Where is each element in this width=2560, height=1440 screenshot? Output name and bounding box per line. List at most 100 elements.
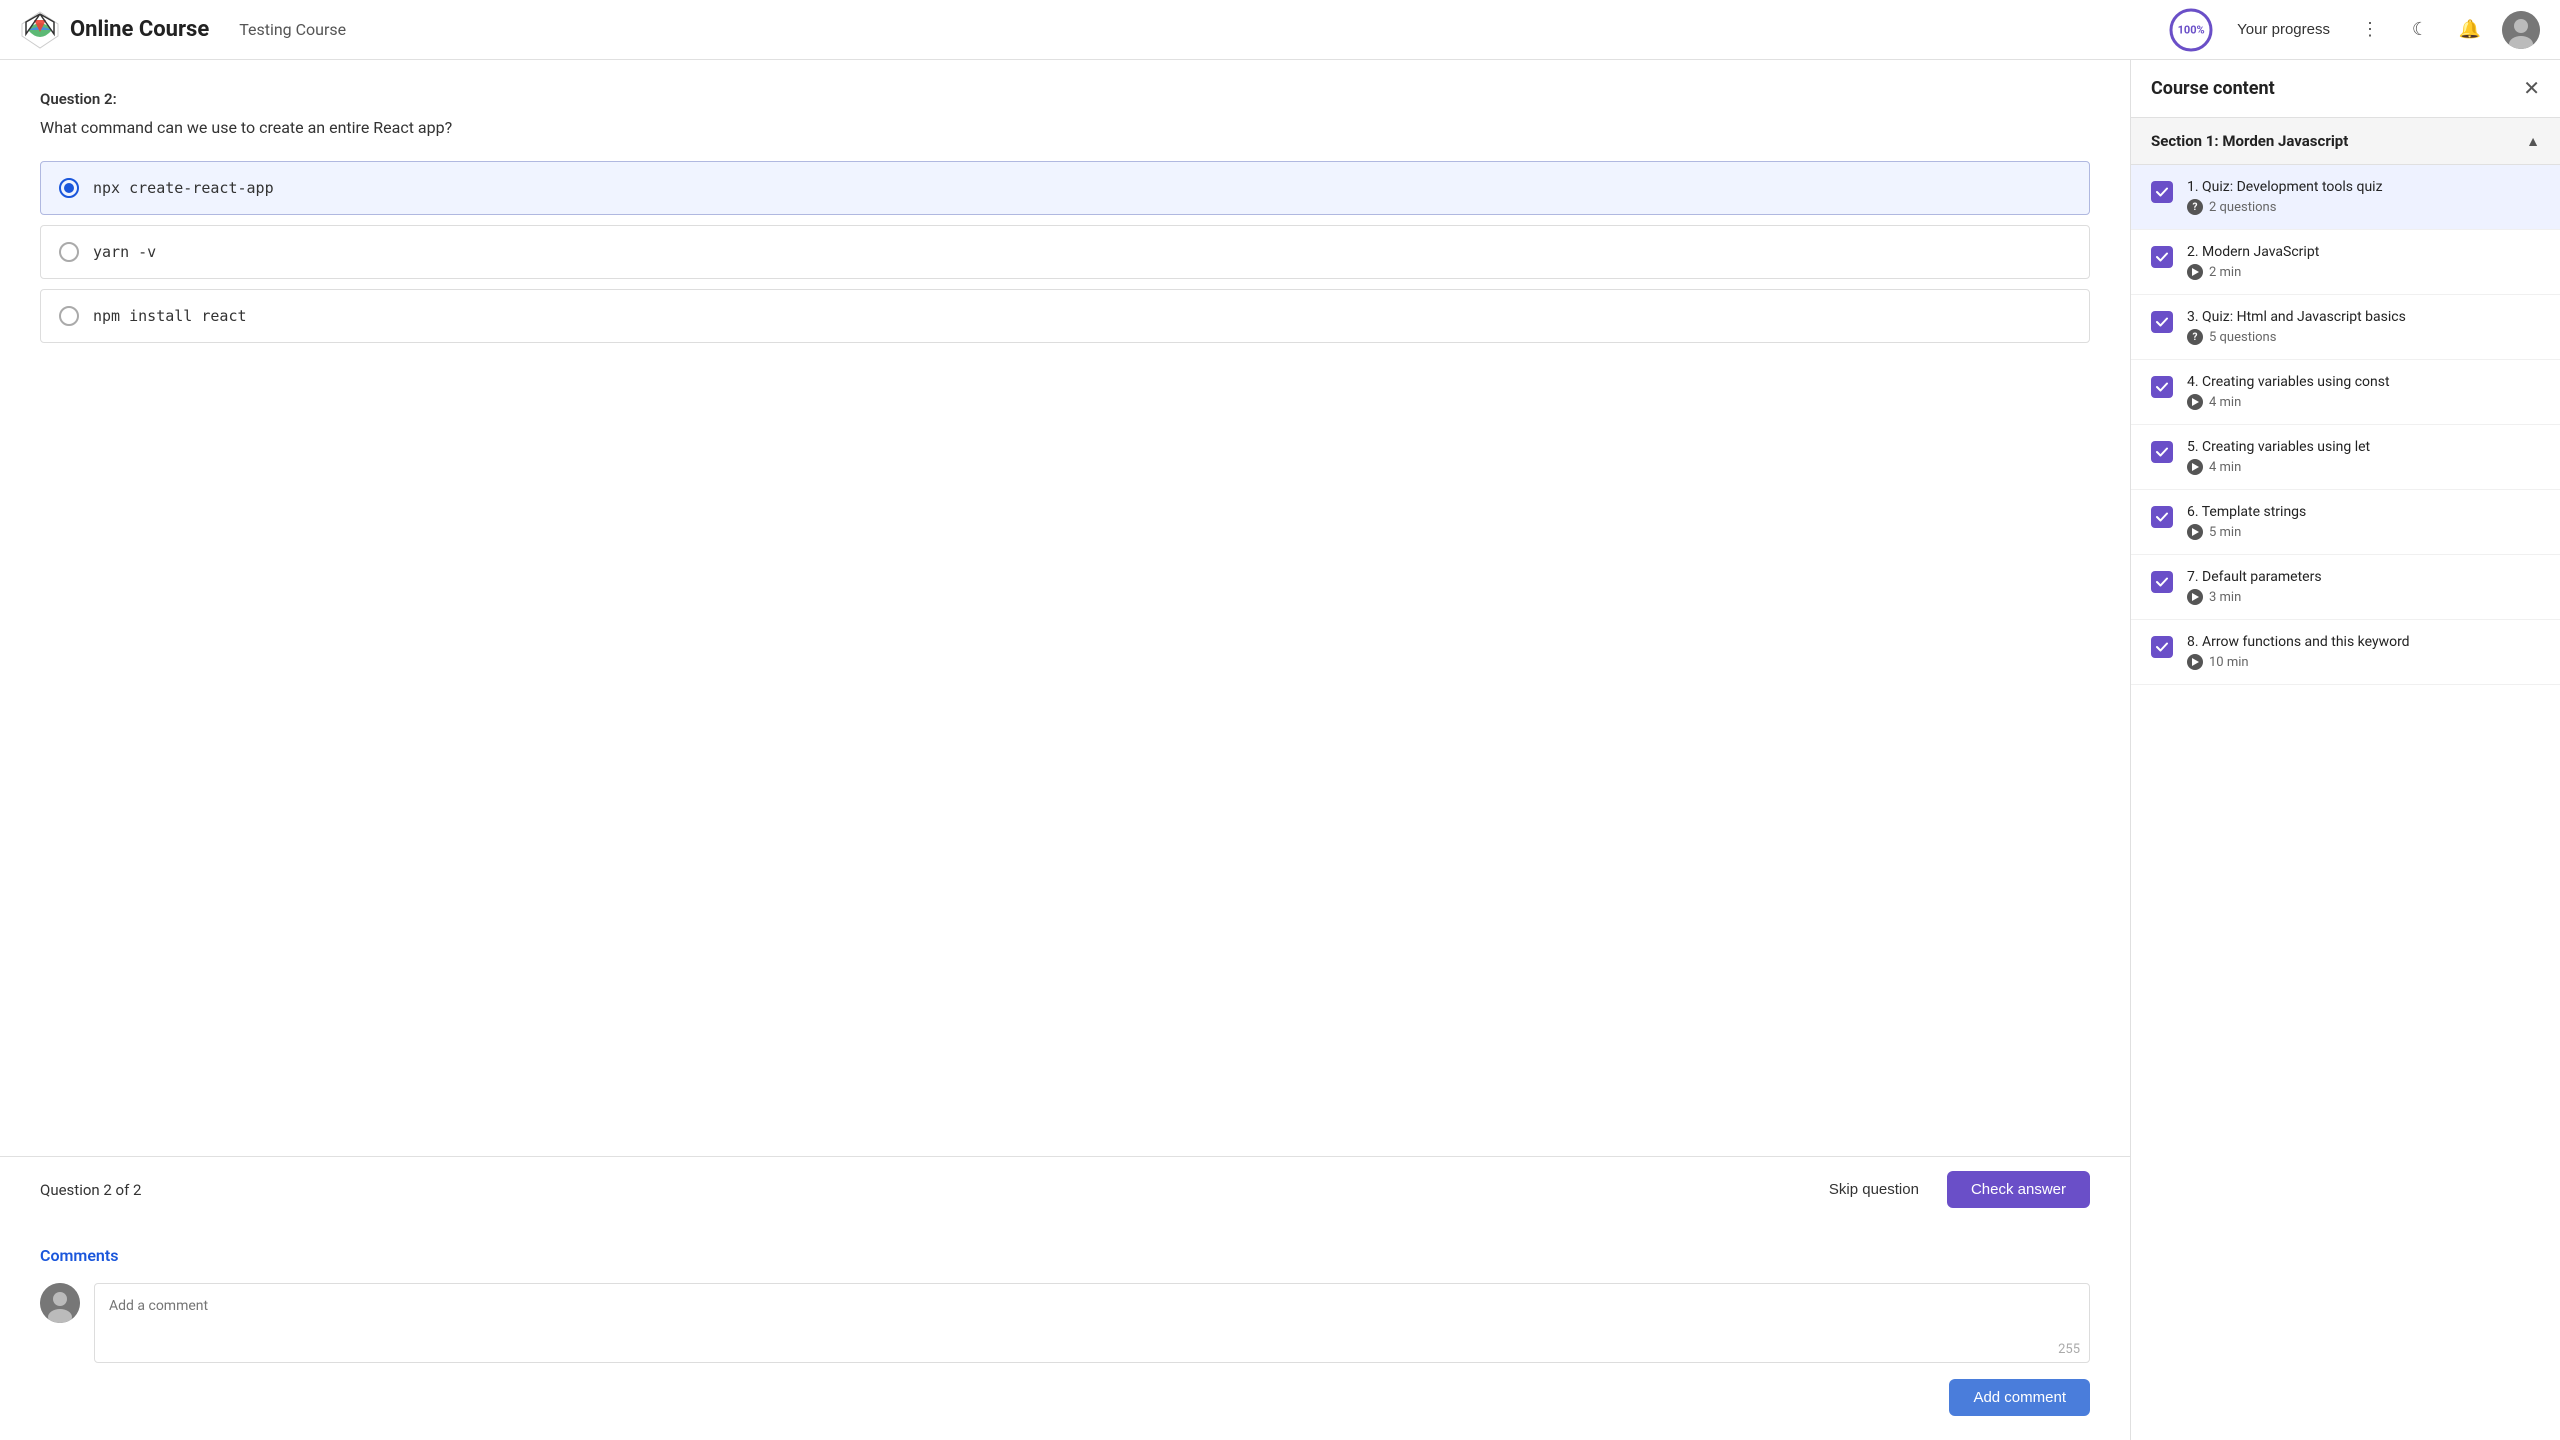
course-item-6[interactable]: 6. Template strings 5 min bbox=[2131, 490, 2560, 555]
item-content-3: 3. Quiz: Html and Javascript basics ? 5 … bbox=[2187, 309, 2540, 345]
course-item-3[interactable]: 3. Quiz: Html and Javascript basics ? 5 … bbox=[2131, 295, 2560, 360]
logo-text: Online Course bbox=[70, 17, 209, 42]
course-item-2[interactable]: 2. Modern JavaScript 2 min bbox=[2131, 230, 2560, 295]
close-sidebar-button[interactable]: ✕ bbox=[2523, 79, 2540, 99]
course-title: Testing Course bbox=[239, 20, 346, 39]
notifications-button[interactable]: 🔔 bbox=[2452, 12, 2488, 48]
header-right: 100% Your progress ⋮ ☾ 🔔 bbox=[2167, 6, 2540, 54]
sidebar-header: Course content ✕ bbox=[2131, 60, 2560, 118]
dark-mode-icon: ☾ bbox=[2412, 19, 2428, 40]
comment-input[interactable] bbox=[94, 1283, 2090, 1363]
item-content-2: 2. Modern JavaScript 2 min bbox=[2187, 244, 2540, 280]
dark-mode-button[interactable]: ☾ bbox=[2402, 12, 2438, 48]
item-meta-text-6: 5 min bbox=[2209, 525, 2241, 540]
play-icon bbox=[2187, 264, 2203, 280]
item-meta-2: 2 min bbox=[2187, 264, 2540, 280]
item-title-2: 2. Modern JavaScript bbox=[2187, 244, 2540, 260]
item-meta-text-4: 4 min bbox=[2209, 395, 2241, 410]
radio-selected bbox=[59, 178, 79, 198]
course-item-5[interactable]: 5. Creating variables using let 4 min bbox=[2131, 425, 2560, 490]
item-meta-3: ? 5 questions bbox=[2187, 329, 2540, 345]
option-1-text: npx create-react-app bbox=[93, 179, 274, 197]
item-checkbox-5 bbox=[2151, 441, 2173, 463]
item-meta-text-2: 2 min bbox=[2209, 265, 2241, 280]
play-icon bbox=[2187, 394, 2203, 410]
question-text: What command can we use to create an ent… bbox=[40, 118, 2090, 137]
option-1[interactable]: npx create-react-app bbox=[40, 161, 2090, 215]
item-title-3: 3. Quiz: Html and Javascript basics bbox=[2187, 309, 2540, 325]
comments-section: Comments 255 Add comment bbox=[0, 1222, 2130, 1440]
item-checkbox-2 bbox=[2151, 246, 2173, 268]
item-title-4: 4. Creating variables using const bbox=[2187, 374, 2540, 390]
comment-box: 255 bbox=[94, 1283, 2090, 1367]
radio-empty-2 bbox=[59, 242, 79, 262]
item-meta-text-8: 10 min bbox=[2209, 655, 2249, 670]
question-label: Question 2: bbox=[40, 90, 2090, 108]
item-checkbox-8 bbox=[2151, 636, 2173, 658]
item-meta-text-5: 4 min bbox=[2209, 460, 2241, 475]
course-item-1[interactable]: 1. Quiz: Development tools quiz ? 2 ques… bbox=[2131, 165, 2560, 230]
comment-avatar bbox=[40, 1283, 80, 1323]
item-content-6: 6. Template strings 5 min bbox=[2187, 504, 2540, 540]
play-icon bbox=[2187, 524, 2203, 540]
item-meta-text-7: 3 min bbox=[2209, 590, 2241, 605]
course-item-7[interactable]: 7. Default parameters 3 min bbox=[2131, 555, 2560, 620]
item-checkbox-6 bbox=[2151, 506, 2173, 528]
bottom-bar: Question 2 of 2 Skip question Check answ… bbox=[0, 1156, 2130, 1222]
comments-title[interactable]: Comments bbox=[40, 1246, 2090, 1265]
logo-area: Online Course bbox=[20, 10, 209, 50]
item-content-5: 5. Creating variables using let 4 min bbox=[2187, 439, 2540, 475]
more-icon: ⋮ bbox=[2361, 19, 2379, 40]
question-count: Question 2 of 2 bbox=[40, 1181, 141, 1199]
item-meta-1: ? 2 questions bbox=[2187, 199, 2540, 215]
item-checkbox-3 bbox=[2151, 311, 2173, 333]
item-meta-text-3: 5 questions bbox=[2209, 330, 2276, 345]
item-checkbox-7 bbox=[2151, 571, 2173, 593]
course-item-8[interactable]: 8. Arrow functions and this keyword 10 m… bbox=[2131, 620, 2560, 685]
option-3[interactable]: npm install react bbox=[40, 289, 2090, 343]
item-meta-7: 3 min bbox=[2187, 589, 2540, 605]
content-area: Question 2: What command can we use to c… bbox=[0, 60, 2130, 1156]
radio-inner bbox=[64, 183, 74, 193]
sidebar-title: Course content bbox=[2151, 78, 2275, 99]
play-icon bbox=[2187, 589, 2203, 605]
course-item-4[interactable]: 4. Creating variables using const 4 min bbox=[2131, 360, 2560, 425]
check-answer-button[interactable]: Check answer bbox=[1947, 1171, 2090, 1208]
bell-icon: 🔔 bbox=[2459, 19, 2481, 40]
item-checkbox-4 bbox=[2151, 376, 2173, 398]
item-content-4: 4. Creating variables using const 4 min bbox=[2187, 374, 2540, 410]
section-name: Section 1: Morden Javascript bbox=[2151, 132, 2348, 150]
item-title-7: 7. Default parameters bbox=[2187, 569, 2540, 585]
skip-button[interactable]: Skip question bbox=[1817, 1173, 1931, 1206]
your-progress-button[interactable]: Your progress bbox=[2229, 17, 2338, 42]
item-content-8: 8. Arrow functions and this keyword 10 m… bbox=[2187, 634, 2540, 670]
main-layout: Question 2: What command can we use to c… bbox=[0, 60, 2560, 1440]
logo-icon bbox=[20, 10, 60, 50]
char-count: 255 bbox=[2058, 1342, 2080, 1357]
radio-empty-3 bbox=[59, 306, 79, 326]
bottom-actions: Skip question Check answer bbox=[1817, 1171, 2090, 1208]
more-options-button[interactable]: ⋮ bbox=[2352, 12, 2388, 48]
section-header[interactable]: Section 1: Morden Javascript ▲ bbox=[2131, 118, 2560, 165]
item-meta-4: 4 min bbox=[2187, 394, 2540, 410]
play-icon bbox=[2187, 459, 2203, 475]
progress-circle: 100% bbox=[2167, 6, 2215, 54]
item-checkbox-1 bbox=[2151, 181, 2173, 203]
add-comment-row: Add comment bbox=[40, 1379, 2090, 1416]
add-comment-button[interactable]: Add comment bbox=[1949, 1379, 2090, 1416]
item-meta-6: 5 min bbox=[2187, 524, 2540, 540]
play-icon bbox=[2187, 654, 2203, 670]
option-3-text: npm install react bbox=[93, 307, 247, 325]
avatar[interactable] bbox=[2502, 11, 2540, 49]
item-meta-5: 4 min bbox=[2187, 459, 2540, 475]
chevron-up-icon: ▲ bbox=[2526, 133, 2540, 150]
comment-input-row: 255 bbox=[40, 1283, 2090, 1367]
question-icon: ? bbox=[2187, 199, 2203, 215]
item-title-5: 5. Creating variables using let bbox=[2187, 439, 2540, 455]
course-items-list: 1. Quiz: Development tools quiz ? 2 ques… bbox=[2131, 165, 2560, 685]
item-title-1: 1. Quiz: Development tools quiz bbox=[2187, 179, 2540, 195]
header: Online Course Testing Course 100% Your p… bbox=[0, 0, 2560, 60]
option-2[interactable]: yarn -v bbox=[40, 225, 2090, 279]
item-content-7: 7. Default parameters 3 min bbox=[2187, 569, 2540, 605]
item-meta-8: 10 min bbox=[2187, 654, 2540, 670]
